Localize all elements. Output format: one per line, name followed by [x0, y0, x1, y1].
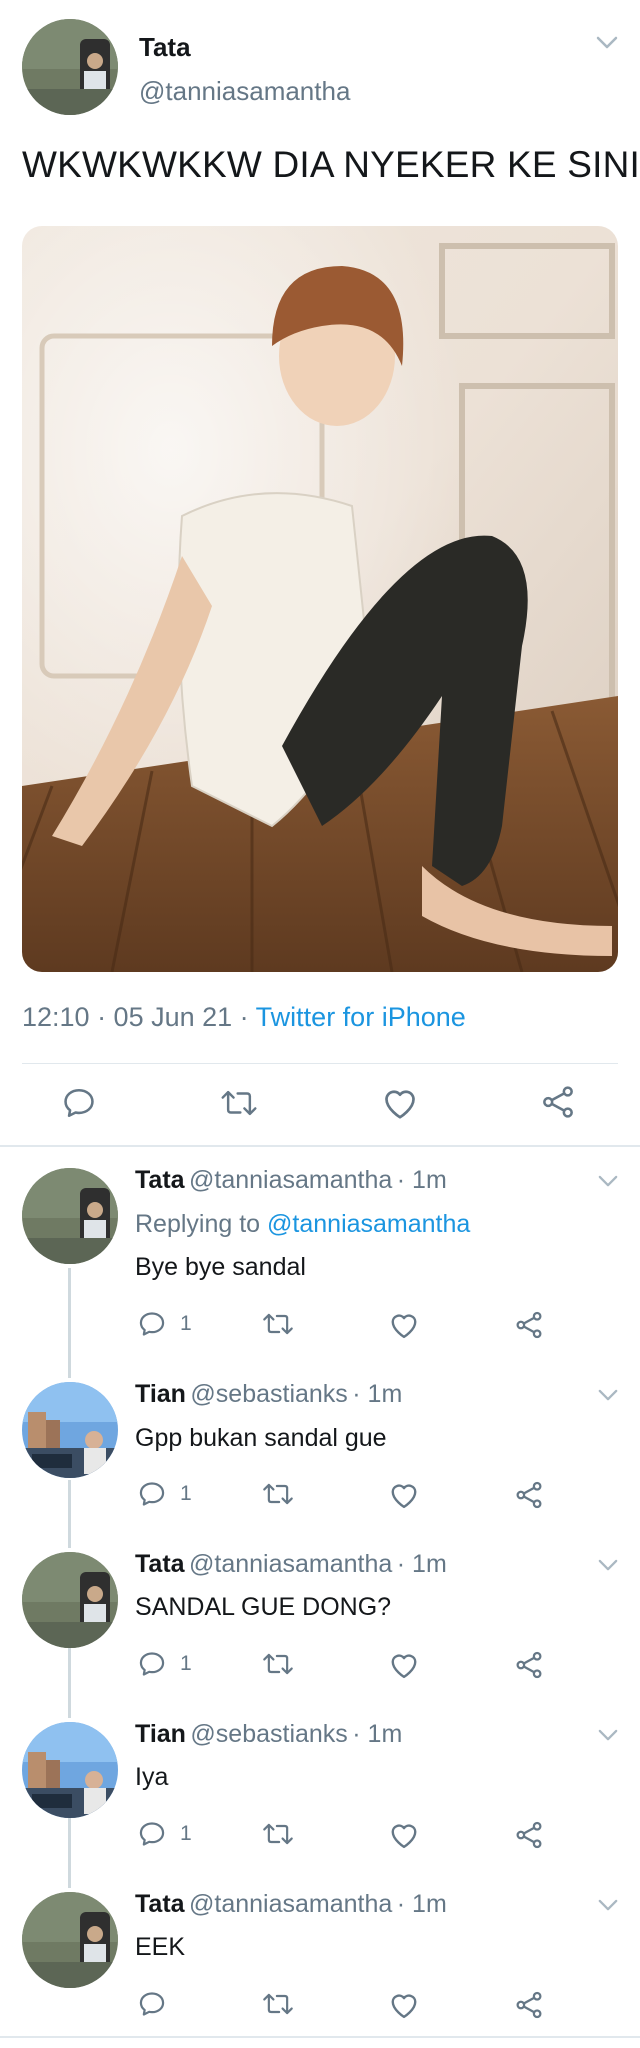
like-icon[interactable]	[389, 1991, 419, 2019]
reply-avatar[interactable]	[22, 1552, 118, 1648]
reply-avatar[interactable]	[22, 1892, 118, 1988]
retweet-icon[interactable]	[220, 1086, 258, 1120]
author-avatar[interactable]	[22, 19, 118, 115]
author-name[interactable]: Tata	[139, 32, 191, 63]
reply-text: Iya	[135, 1763, 169, 1791]
reply-time: · 1m	[352, 1380, 403, 1408]
thread-line	[68, 1268, 71, 1378]
retweet-icon[interactable]	[262, 1310, 294, 1338]
reply-text: EEK	[135, 1933, 186, 1961]
reply-header: Tata @tanniasamantha · 1m	[135, 1550, 447, 1579]
retweet-icon[interactable]	[262, 1480, 294, 1508]
divider	[22, 1063, 618, 1064]
chevron-down-icon[interactable]	[598, 1899, 618, 1912]
share-icon[interactable]	[514, 1820, 544, 1850]
reply-text: SANDAL GUE DONG?	[135, 1593, 392, 1621]
reply-time: · 1m	[352, 1720, 403, 1748]
thread-line	[68, 1480, 71, 1548]
reply-count: 1	[180, 1312, 192, 1335]
chevron-down-icon[interactable]	[596, 36, 618, 50]
retweet-icon[interactable]	[262, 1820, 294, 1848]
like-icon[interactable]	[389, 1481, 419, 1509]
reply-author-handle[interactable]: @sebastianks	[190, 1720, 347, 1748]
reply-header: Tata @tanniasamantha · 1m	[135, 1166, 447, 1195]
reply-header: Tata @tanniasamantha · 1m	[135, 1890, 447, 1919]
share-icon[interactable]	[514, 1480, 544, 1510]
bottom-divider	[0, 2036, 640, 2038]
chevron-down-icon[interactable]	[598, 1559, 618, 1572]
like-icon[interactable]	[389, 1821, 419, 1849]
reply-author-handle[interactable]: @sebastianks	[190, 1380, 347, 1408]
author-handle[interactable]: @tanniasamantha	[139, 76, 350, 107]
reply-author-handle[interactable]: @tanniasamantha	[189, 1166, 392, 1194]
chevron-down-icon[interactable]	[598, 1729, 618, 1742]
reply-author-name[interactable]: Tata	[135, 1890, 185, 1918]
like-icon[interactable]	[389, 1311, 419, 1339]
tweet-photo[interactable]	[22, 226, 618, 972]
reply-author-name[interactable]: Tata	[135, 1550, 185, 1578]
reply-text: Gpp bukan sandal gue	[135, 1424, 387, 1452]
reply-count: 1	[180, 1482, 192, 1505]
reply-header: Tian @sebastianks · 1m	[135, 1720, 402, 1749]
tweet-source-link[interactable]: Twitter for iPhone	[256, 1002, 466, 1032]
share-icon[interactable]	[540, 1084, 576, 1120]
share-icon[interactable]	[514, 1990, 544, 2020]
reply-author-name[interactable]: Tian	[135, 1720, 186, 1748]
reply-time: · 1m	[396, 1166, 447, 1194]
reply-time: · 1m	[396, 1890, 447, 1918]
like-icon[interactable]	[389, 1651, 419, 1679]
reply-avatar[interactable]	[22, 1168, 118, 1264]
reply-avatar[interactable]	[22, 1382, 118, 1478]
replying-to-handle[interactable]: @tanniasamantha	[267, 1210, 470, 1238]
share-icon[interactable]	[514, 1310, 544, 1340]
reply-icon[interactable]	[62, 1086, 96, 1120]
like-icon[interactable]	[382, 1086, 418, 1120]
tweet-timestamp[interactable]: 12:10 · 05 Jun 21 ·	[22, 1002, 249, 1032]
share-icon[interactable]	[514, 1650, 544, 1680]
thread-line	[68, 1648, 71, 1718]
reply-author-name[interactable]: Tata	[135, 1166, 185, 1194]
reply-text: Bye bye sandal	[135, 1253, 306, 1281]
reply-count: 1	[180, 1822, 192, 1845]
replying-to-label: Replying to	[135, 1210, 261, 1238]
thread-line	[68, 1818, 71, 1888]
retweet-icon[interactable]	[262, 1650, 294, 1678]
replying-to: Replying to @tanniasamantha	[135, 1210, 470, 1239]
chevron-down-icon[interactable]	[598, 1389, 618, 1402]
reply-icon[interactable]	[138, 1990, 166, 2018]
reply-icon[interactable]	[138, 1480, 166, 1508]
reply-icon[interactable]	[138, 1650, 166, 1678]
tweet-text: WKWKWKKW DIA NYEKER KE SINI	[22, 144, 640, 185]
reply-icon[interactable]	[138, 1820, 166, 1848]
reply-icon[interactable]	[138, 1310, 166, 1338]
reply-time: · 1m	[396, 1550, 447, 1578]
reply-avatar[interactable]	[22, 1722, 118, 1818]
reply-header: Tian @sebastianks · 1m	[135, 1380, 402, 1409]
reply-author-handle[interactable]: @tanniasamantha	[189, 1550, 392, 1578]
section-divider	[0, 1145, 640, 1147]
tweet-meta: 12:10 · 05 Jun 21 · Twitter for iPhone	[22, 1002, 466, 1033]
reply-author-name[interactable]: Tian	[135, 1380, 186, 1408]
chevron-down-icon[interactable]	[598, 1175, 618, 1188]
reply-count: 1	[180, 1652, 192, 1675]
reply-author-handle[interactable]: @tanniasamantha	[189, 1890, 392, 1918]
retweet-icon[interactable]	[262, 1990, 294, 2018]
